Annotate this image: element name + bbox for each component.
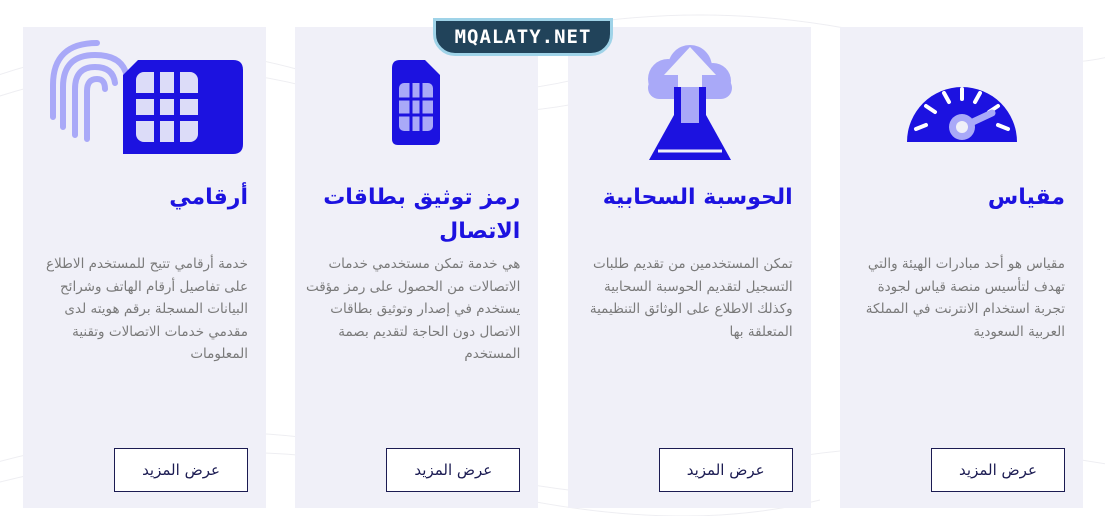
view-more-button[interactable]: عرض المزيد: [386, 448, 521, 492]
service-card-arqami: أرقامي خدمة أرقامي تتيح للمستخدم الاطلاع…: [23, 27, 266, 508]
card-description: تمكن المستخدمين من تقديم طلبات التسجيل ل…: [589, 256, 793, 340]
card-title: الحوسبة السحابية: [602, 185, 793, 210]
card-title: أرقامي: [169, 185, 248, 210]
site-logo: MQALATY.NET: [433, 18, 613, 56]
service-card-sim-authentication: رمز توثيق بطاقات الاتصال هي خدمة تمكن مس…: [295, 27, 539, 508]
card-description: هي خدمة تمكن مستخدمي خدمات الاتصالات من …: [305, 256, 521, 362]
card-title: رمز توثيق بطاقات الاتصال: [323, 185, 521, 244]
services-row: مقياس مقياس هو أحد مبادرات الهيئة والتي …: [23, 27, 1083, 508]
service-card-meqyas: مقياس مقياس هو أحد مبادرات الهيئة والتي …: [839, 27, 1083, 508]
view-more-button[interactable]: عرض المزيد: [658, 448, 793, 492]
view-more-button[interactable]: عرض المزيد: [114, 448, 248, 492]
view-more-button[interactable]: عرض المزيد: [930, 448, 1065, 492]
card-description: مقياس هو أحد مبادرات الهيئة والتي تهدف ل…: [865, 256, 1065, 340]
card-title: مقياس: [987, 185, 1065, 210]
speedometer-icon: [906, 87, 1017, 142]
fingerprint-sim-icon: [50, 40, 243, 154]
service-card-cloud-computing: الحوسبة السحابية تمكن المستخدمين من تقدي…: [567, 27, 811, 508]
card-description: خدمة أرقامي تتيح للمستخدم الاطلاع على تف…: [46, 256, 248, 362]
